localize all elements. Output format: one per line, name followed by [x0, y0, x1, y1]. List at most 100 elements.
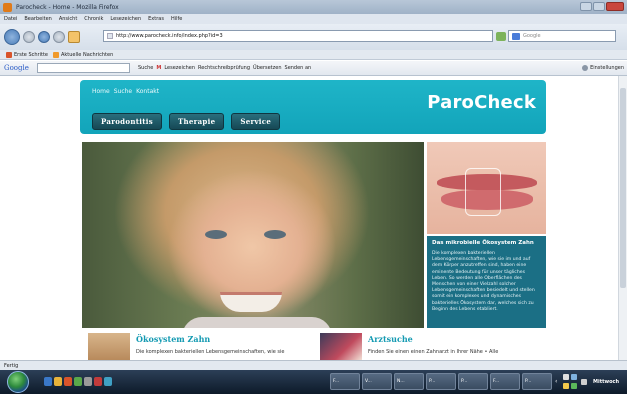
- google-toolbar: Google Suche M Lesezeichen Rechtschreibp…: [0, 61, 627, 76]
- clock-day[interactable]: Mittwoch: [593, 379, 619, 385]
- stop-button[interactable]: [53, 31, 65, 43]
- link-home[interactable]: Home: [92, 88, 110, 95]
- teaser-title[interactable]: Arztsuche: [368, 334, 413, 344]
- bookmarks-toolbar: Erste Schritte Aktuelle Nachrichten: [0, 50, 627, 60]
- go-button[interactable]: [496, 32, 506, 41]
- reload-button[interactable]: [38, 31, 50, 43]
- start-button[interactable]: [7, 371, 29, 393]
- menu-lesezeichen[interactable]: Lesezeichen: [110, 16, 141, 22]
- tab-service[interactable]: Service: [231, 113, 281, 130]
- teaser-text: Finden Sie einen einen Zahnarzt in Ihrer…: [368, 349, 499, 355]
- hero-eye: [264, 230, 286, 239]
- site-top-links: Home Suche Kontakt: [92, 88, 159, 95]
- close-button[interactable]: [606, 2, 624, 11]
- info-box: Das mikrobielle Ökosystem Zahn Die kompl…: [427, 236, 546, 328]
- quicklaunch-folder-icon[interactable]: [54, 377, 62, 386]
- menu-bearbeiten[interactable]: Bearbeiten: [24, 16, 51, 22]
- link-kontakt[interactable]: Kontakt: [136, 88, 159, 95]
- spellcheck-button[interactable]: Rechtschreibprüfung: [198, 65, 250, 71]
- menu-datei[interactable]: Datei: [4, 16, 17, 22]
- task-button[interactable]: N...: [394, 373, 424, 390]
- send-to-button[interactable]: Senden an: [285, 65, 312, 71]
- lesezeichen-button[interactable]: Lesezeichen: [164, 65, 195, 71]
- menu-ansicht[interactable]: Ansicht: [59, 16, 77, 22]
- status-bar: Fertig: [0, 360, 627, 370]
- google-suche-button[interactable]: Suche: [138, 65, 153, 71]
- site-nav-tabs: Parodontitis Therapie Service: [92, 113, 281, 130]
- quicklaunch-app-icon[interactable]: [104, 377, 112, 386]
- page-scrollbar[interactable]: [618, 76, 627, 360]
- menu-extras[interactable]: Extras: [148, 16, 164, 22]
- bookmark-aktuelle-nachrichten[interactable]: Aktuelle Nachrichten: [52, 51, 114, 58]
- window-controls: [580, 2, 624, 11]
- hero-photo-child: [82, 142, 424, 328]
- bookmark-label: Erste Schritte: [14, 51, 48, 58]
- task-button[interactable]: F...: [330, 373, 360, 390]
- firefox-icon: [3, 2, 12, 12]
- volume-icon[interactable]: [581, 379, 587, 385]
- navigation-toolbar: http://www.parocheck.info/index.php?id=3…: [0, 24, 627, 50]
- scrollbar-thumb[interactable]: [620, 88, 626, 288]
- firefox-bookmark-icon: [6, 51, 12, 58]
- maximize-button[interactable]: [593, 2, 605, 11]
- info-box-title: Das mikrobielle Ökosystem Zahn: [432, 240, 534, 246]
- tab-parodontitis[interactable]: Parodontitis: [92, 113, 162, 130]
- site-logo[interactable]: ParoCheck: [427, 92, 536, 113]
- info-box-text: Die komplexen bakteriellen Lebensgemeins…: [432, 251, 535, 312]
- task-button[interactable]: P...: [426, 373, 456, 390]
- teaser-title[interactable]: Ökosystem Zahn: [136, 334, 210, 344]
- bookmark-erste-schritte[interactable]: Erste Schritte: [6, 51, 48, 58]
- quick-launch: [44, 377, 112, 386]
- home-button[interactable]: [68, 31, 80, 43]
- window-titlebar: Parocheck - Home - Mozilla Firefox: [0, 0, 627, 14]
- teaser-oekosystem[interactable]: Ökosystem Zahn Die komplexen bakterielle…: [88, 332, 313, 360]
- quicklaunch-ie-icon[interactable]: [44, 377, 52, 386]
- task-button[interactable]: F...: [490, 373, 520, 390]
- menu-hilfe[interactable]: Hilfe: [171, 16, 182, 22]
- wrench-icon: [582, 65, 589, 71]
- gmail-button[interactable]: M: [156, 65, 161, 71]
- teaser-thumbnail: [88, 333, 130, 360]
- page-content: Home Suche Kontakt ParoCheck Parodontiti…: [0, 76, 627, 360]
- tray-icon[interactable]: [571, 374, 577, 380]
- hero-shirt: [182, 317, 332, 328]
- teaser-arztsuche[interactable]: Arztsuche Finden Sie einen einen Zahnarz…: [320, 332, 546, 360]
- screen: Parocheck - Home - Mozilla Firefox Datei…: [0, 0, 627, 394]
- forward-button[interactable]: [23, 31, 35, 43]
- teaser-thumbnail: [320, 333, 362, 360]
- quicklaunch-app-icon[interactable]: [74, 377, 82, 386]
- task-button[interactable]: P...: [522, 373, 552, 390]
- rss-icon: [52, 51, 59, 58]
- tray-expand-icon[interactable]: ‹: [555, 378, 557, 385]
- task-button[interactable]: V...: [362, 373, 392, 390]
- tab-therapie[interactable]: Therapie: [168, 113, 225, 130]
- bookmark-label: Aktuelle Nachrichten: [60, 51, 114, 58]
- settings-label: Einstellungen: [590, 65, 624, 71]
- tray-icon[interactable]: [563, 374, 569, 380]
- tray-icon[interactable]: [563, 383, 569, 389]
- lips-overlay-frame: [465, 168, 501, 216]
- minimize-button[interactable]: [580, 2, 592, 11]
- teaser-text: Die komplexen bakteriellen Lebensgemeins…: [136, 349, 285, 355]
- link-suche[interactable]: Suche: [114, 88, 132, 95]
- quicklaunch-app-icon[interactable]: [84, 377, 92, 386]
- window-title: Parocheck - Home - Mozilla Firefox: [16, 3, 119, 11]
- hero-eye: [205, 230, 227, 239]
- menu-bar: Datei Bearbeiten Ansicht Chronik Lesezei…: [0, 14, 627, 24]
- taskbar-tasks: F... V... N... P... P... F... P...: [330, 373, 552, 390]
- search-input[interactable]: Google: [508, 30, 616, 42]
- translate-button[interactable]: Übersetzen: [253, 65, 281, 71]
- lips-photo: [427, 142, 546, 234]
- task-button[interactable]: P...: [458, 373, 488, 390]
- quicklaunch-firefox-icon[interactable]: [64, 377, 72, 386]
- search-placeholder: Google: [523, 33, 541, 39]
- site-favicon-icon: [107, 33, 113, 39]
- back-button[interactable]: [4, 29, 20, 45]
- menu-chronik[interactable]: Chronik: [84, 16, 103, 22]
- url-bar[interactable]: http://www.parocheck.info/index.php?id=3: [103, 30, 493, 42]
- google-search-input[interactable]: [37, 63, 130, 73]
- tray-icon[interactable]: [571, 383, 577, 389]
- search-engine-icon[interactable]: [512, 33, 520, 40]
- quicklaunch-app-icon[interactable]: [94, 377, 102, 386]
- google-settings-button[interactable]: Einstellungen: [582, 65, 624, 71]
